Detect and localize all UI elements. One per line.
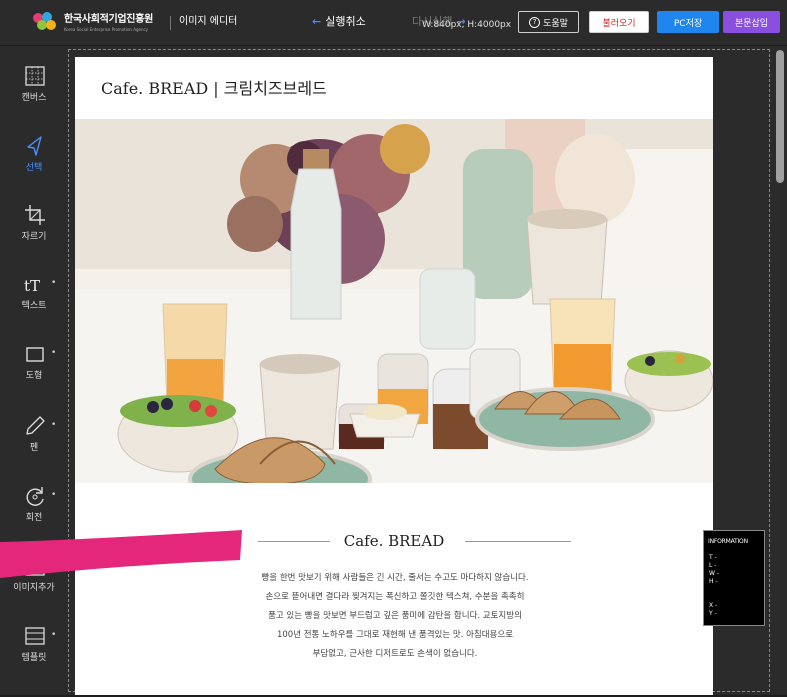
- breakfast-photo[interactable]: [75, 119, 713, 483]
- help-label: 도움말: [543, 18, 568, 29]
- tool-canvas[interactable]: 캔버스: [0, 59, 68, 119]
- header-divider: [170, 16, 171, 30]
- description-line: 품고 있는 빵을 맛보면 부드럽고 깊은 풍미에 감탄을 합니다. 교토지방의: [268, 611, 522, 621]
- tool-crop[interactable]: 자르기: [0, 198, 68, 258]
- top-toolbar: 한국사회적기업진흥원 Korea Social Enterprise Promo…: [0, 0, 787, 46]
- subtitle-rule-right: [465, 541, 571, 542]
- tool-label: 템플릿: [21, 653, 47, 663]
- question-circle-icon: ?: [529, 16, 541, 28]
- shape-square-icon: [26, 347, 44, 362]
- description-line: 부담없고, 근사한 디저트로도 손색이 없습니다.: [312, 649, 478, 659]
- tool-label: 펜: [29, 443, 39, 453]
- arrow-left-icon: ←: [312, 15, 322, 28]
- undo-label: 실행취소: [325, 15, 366, 28]
- submenu-indicator: •: [51, 278, 57, 288]
- rotate-icon: [26, 487, 44, 506]
- info-title: INFORMATION: [708, 538, 748, 545]
- template-icon: [25, 627, 45, 645]
- tool-select[interactable]: 선택: [0, 129, 68, 189]
- info-x: X -: [709, 602, 718, 609]
- tool-label: 텍스트: [21, 301, 47, 311]
- info-left: L -: [709, 562, 717, 569]
- pink-brush-stroke: [0, 530, 242, 578]
- description-line: 빵을 한번 맛보기 위해 사람들은 긴 시간, 줄서는 수고도 마다하지 않습니…: [261, 573, 529, 583]
- description-line: 100년 전통 노하우를 그대로 재현해 낸 품격있는 맛. 아침대용으로: [276, 630, 514, 640]
- canvas-size-readout: W:840px, H:4000px: [422, 20, 512, 30]
- info-width: W -: [709, 570, 720, 577]
- tool-template[interactable]: • 템플릿: [0, 619, 68, 679]
- submenu-indicator: •: [51, 490, 57, 500]
- tool-label: 도형: [25, 371, 43, 381]
- org-name: 한국사회적기업진흥원: [64, 14, 154, 25]
- description-line: 손으로 뜯어내면 결다라 찢겨지는 폭신하고 쫄깃한 텍스쳐, 수분을 촉촉히: [265, 592, 525, 602]
- information-panel: INFORMATION T - L - W - H - X - Y -: [703, 530, 765, 626]
- canvas-grid-icon: [25, 66, 45, 86]
- submenu-indicator: •: [51, 630, 57, 640]
- insert-content-button[interactable]: 본문삽입: [723, 11, 780, 33]
- info-top: T -: [709, 554, 717, 561]
- undo-button[interactable]: ← 실행취소: [312, 15, 366, 29]
- pen-icon: [26, 416, 45, 435]
- tool-label: 캔버스: [21, 93, 47, 103]
- app-title: 이미지 에디터: [179, 16, 238, 27]
- photo-illustration: [75, 119, 713, 483]
- tool-text[interactable]: tT • 텍스트: [0, 267, 68, 327]
- tool-label: 이미지추가: [13, 583, 55, 593]
- tool-label: 자르기: [21, 232, 47, 242]
- text-icon: tT: [24, 277, 40, 295]
- vertical-scrollbar[interactable]: [774, 47, 786, 695]
- help-button[interactable]: ? 도움말: [518, 11, 579, 33]
- canvas-document[interactable]: Cafe. BREAD | 크림치즈브레드 Cafe. BREAD 빵을 한번 …: [75, 57, 713, 697]
- save-pc-button[interactable]: PC저장: [657, 11, 719, 33]
- scrollbar-thumb[interactable]: [776, 50, 784, 183]
- description-text[interactable]: 빵을 한번 맛보기 위해 사람들은 긴 시간, 줄서는 수고도 마다하지 않습니…: [203, 569, 587, 664]
- svg-text:tT: tT: [24, 277, 40, 295]
- info-height: H -: [709, 578, 718, 585]
- image-editor-app: 한국사회적기업진흥원 Korea Social Enterprise Promo…: [0, 0, 787, 697]
- tool-pen[interactable]: • 펜: [0, 409, 68, 469]
- tool-label: 선택: [25, 163, 43, 173]
- tool-shape[interactable]: • 도형: [0, 337, 68, 397]
- load-button[interactable]: 불러오기: [589, 11, 649, 33]
- crop-icon: [25, 205, 45, 225]
- select-cursor-icon: [27, 136, 42, 156]
- info-y: Y -: [709, 610, 717, 617]
- org-logo-icon: [33, 12, 56, 30]
- submenu-indicator: •: [51, 420, 57, 430]
- tool-sidebar: 캔버스 선택 자르기 tT • 텍스트 • 도형 • 펜 • 회전 이미지추가 …: [0, 47, 68, 697]
- page-title[interactable]: Cafe. BREAD | 크림치즈브레드: [101, 79, 327, 99]
- org-subtitle: Korea Social Enterprise Promotion Agency: [64, 27, 149, 32]
- submenu-indicator: •: [51, 348, 57, 358]
